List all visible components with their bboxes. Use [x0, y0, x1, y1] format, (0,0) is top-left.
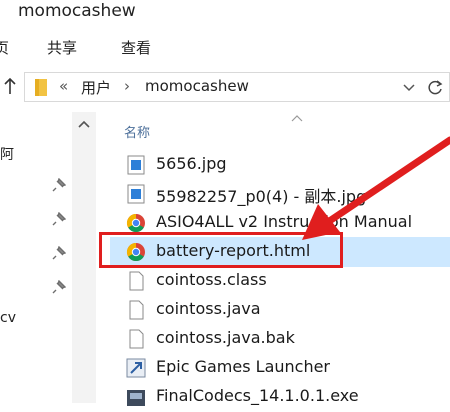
- pin-icon[interactable]: [52, 178, 66, 192]
- address-bar[interactable]: « 用户 › momocashew: [24, 72, 450, 102]
- column-header: 名称: [110, 112, 450, 141]
- window-title: momocashew: [18, 1, 136, 21]
- file-name: cointoss.java: [156, 299, 261, 318]
- breadcrumb-users[interactable]: 用户: [81, 77, 111, 98]
- blank-file-icon: [129, 329, 144, 349]
- folder-icon: [35, 79, 47, 96]
- file-name: cointoss.class: [156, 270, 267, 289]
- title-bar: momocashew: [0, 0, 450, 28]
- refresh-icon[interactable]: [425, 77, 445, 99]
- list-item[interactable]: FinalCodecs_14.1.0.1.exe: [110, 382, 450, 412]
- shortcut-icon: [126, 358, 146, 378]
- list-item-selected[interactable]: battery-report.html: [110, 237, 450, 267]
- blank-file-icon: [129, 300, 144, 320]
- ribbon-tabs: 页 共享 查看: [0, 28, 450, 64]
- column-header-name[interactable]: 名称: [124, 122, 150, 141]
- blank-file-icon: [129, 271, 144, 291]
- file-name: Epic Games Launcher: [156, 357, 331, 376]
- file-name: cointoss.java.bak: [156, 328, 295, 347]
- list-item[interactable]: cointoss.java.bak: [110, 324, 450, 354]
- list-item[interactable]: 55982257_p0(4) - 副本.jpg: [110, 179, 450, 209]
- up-arrow-icon[interactable]: [2, 76, 18, 96]
- image-file-icon: [127, 155, 145, 175]
- list-item[interactable]: cointoss.java: [110, 295, 450, 325]
- address-row: « 用户 › momocashew: [0, 66, 450, 110]
- navigation-pane: 阿 cv: [0, 110, 70, 403]
- breadcrumb-momocashew[interactable]: momocashew: [145, 77, 249, 95]
- pin-icon[interactable]: [52, 280, 66, 294]
- file-name: battery-report.html: [156, 241, 311, 260]
- pin-icon[interactable]: [52, 246, 66, 260]
- file-name: 5656.jpg: [156, 154, 227, 173]
- image-file-icon: [127, 184, 145, 204]
- breadcrumb-overflow[interactable]: «: [59, 77, 68, 95]
- pin-icon[interactable]: [52, 212, 66, 226]
- sort-ascending-icon: [291, 115, 303, 122]
- nav-item-fragment[interactable]: 阿: [0, 144, 14, 164]
- chrome-icon: [126, 214, 145, 233]
- list-item[interactable]: 5656.jpg: [110, 150, 450, 180]
- tab-view[interactable]: 查看: [121, 37, 151, 58]
- list-item[interactable]: cointoss.class: [110, 266, 450, 296]
- file-name: ASIO4ALL v2 Instruction Manual: [156, 212, 413, 231]
- scroll-up-icon[interactable]: [78, 120, 90, 128]
- file-name: 55982257_p0(4) - 副本.jpg: [156, 187, 367, 206]
- nav-scrollbar[interactable]: [72, 112, 96, 403]
- chevron-down-icon[interactable]: [399, 75, 419, 99]
- breadcrumb-separator[interactable]: ›: [124, 77, 130, 95]
- nav-item-fragment[interactable]: cv: [0, 310, 16, 326]
- list-item[interactable]: Epic Games Launcher: [110, 353, 450, 383]
- tab-share[interactable]: 共享: [47, 37, 77, 58]
- file-name: FinalCodecs_14.1.0.1.exe: [156, 386, 359, 405]
- tab-page[interactable]: 页: [0, 37, 9, 58]
- list-item[interactable]: ASIO4ALL v2 Instruction Manual: [110, 208, 450, 238]
- installer-icon: [127, 390, 145, 406]
- chrome-icon: [126, 243, 145, 262]
